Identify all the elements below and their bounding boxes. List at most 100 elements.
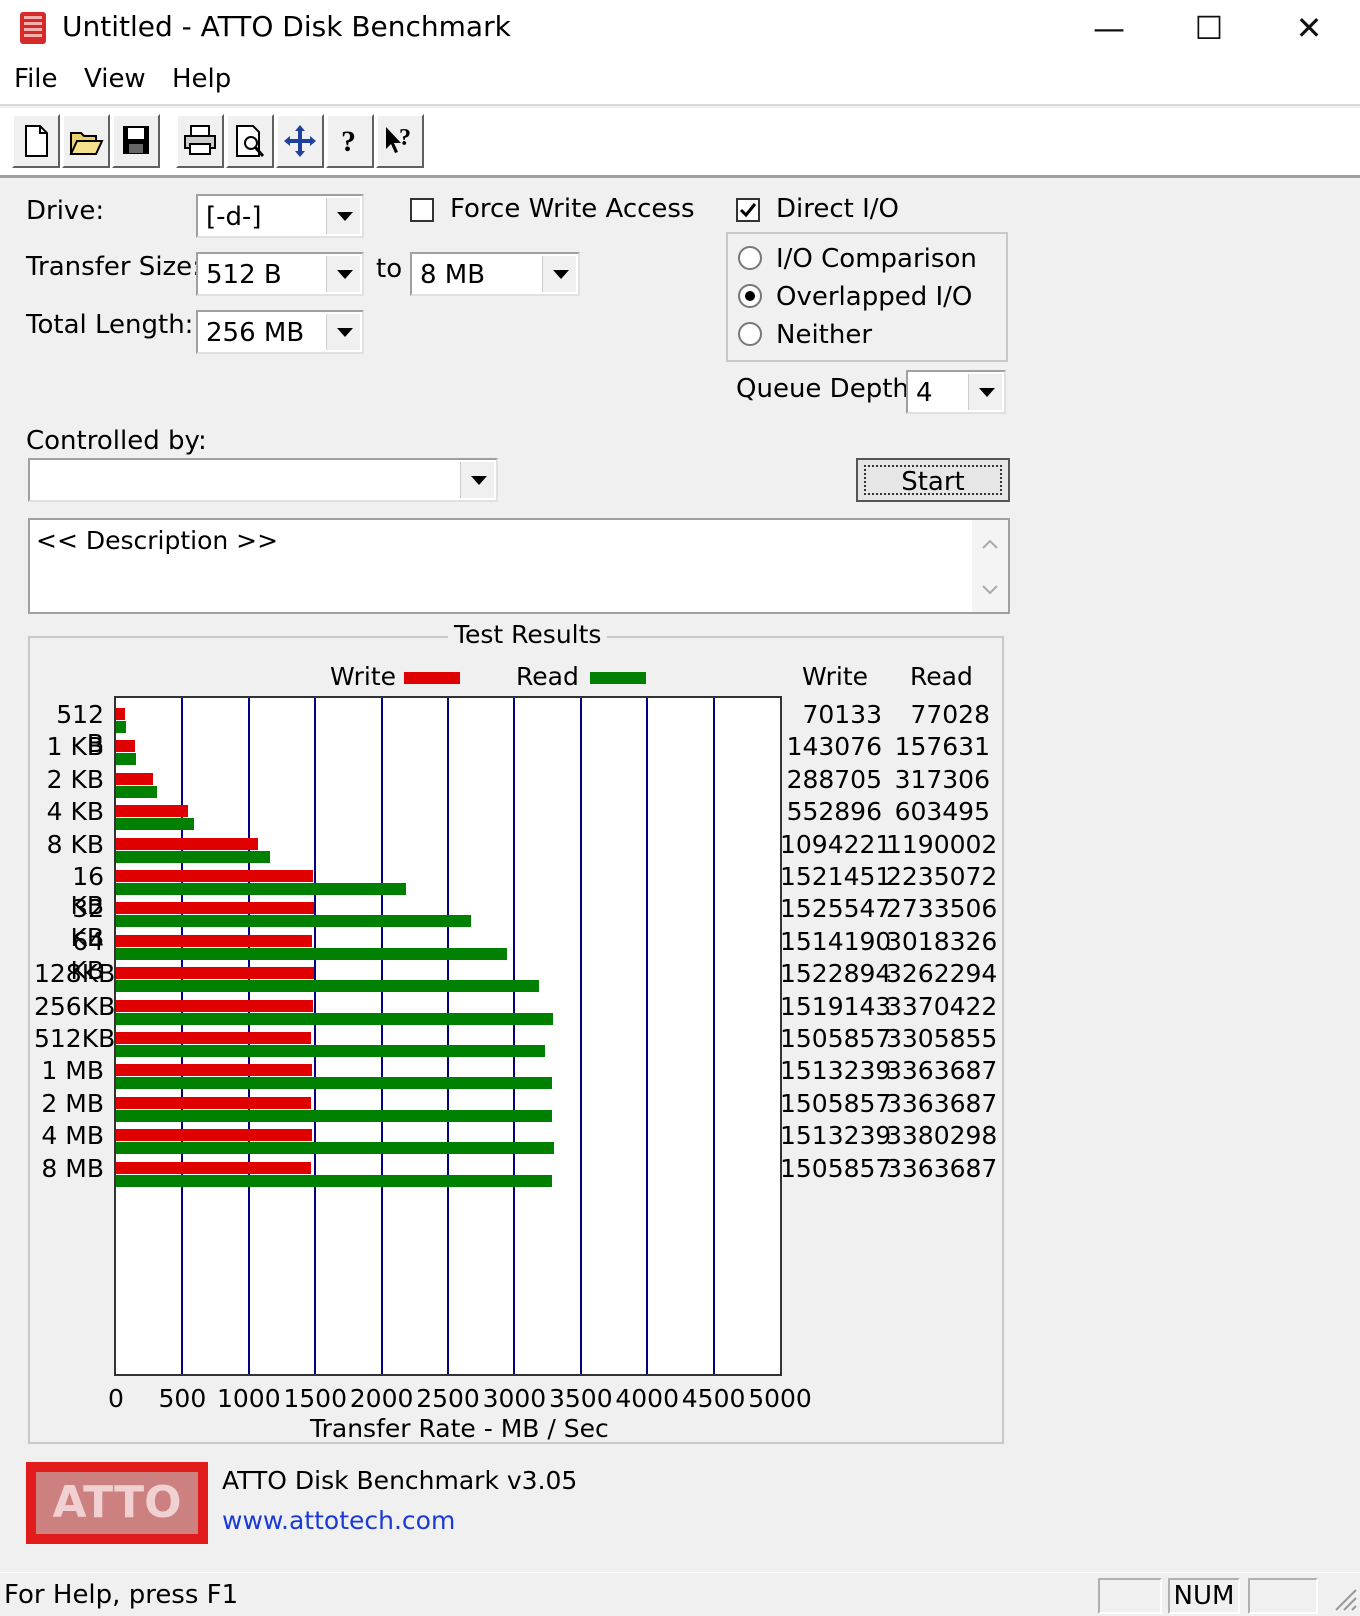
row-label: 2 KB (46, 764, 104, 794)
io-comparison-label: I/O Comparison (776, 244, 977, 274)
description-scrollbar[interactable] (972, 520, 1008, 612)
overlapped-io-label: Overlapped I/O (776, 282, 973, 312)
write-bar (116, 837, 258, 850)
test-results-title: Test Results (448, 620, 608, 649)
radio-io-comparison[interactable] (738, 246, 762, 270)
force-write-checkbox[interactable] (410, 198, 434, 222)
read-bar (116, 850, 271, 863)
row-label: 1 MB (41, 1056, 104, 1086)
queue-depth-label: Queue Depth: (736, 374, 918, 404)
write-bar (116, 1129, 313, 1142)
print-button[interactable] (176, 114, 224, 168)
drive-label: Drive: (26, 196, 105, 226)
description-textarea[interactable]: << Description >> (28, 518, 1010, 614)
write-value: 1505857 (780, 1088, 892, 1118)
chevron-down-icon[interactable] (326, 314, 360, 350)
drive-select[interactable]: [-d-] (196, 194, 364, 238)
queue-depth-select[interactable]: 4 (906, 370, 1006, 414)
svg-text:?: ? (341, 125, 356, 158)
write-bar (116, 708, 126, 720)
read-value: 3370422 (886, 991, 998, 1021)
minimize-button[interactable]: — (1064, 4, 1154, 52)
menu-file[interactable]: File (14, 64, 58, 94)
write-value: 1505857 (780, 1024, 892, 1053)
write-value: 1505857 (780, 1153, 892, 1183)
controlled-by-select[interactable] (28, 458, 498, 502)
read-value: 3262294 (886, 959, 998, 989)
scroll-down-icon (982, 585, 998, 595)
row-label: 1 KB (46, 732, 104, 762)
chevron-down-icon[interactable] (968, 374, 1002, 410)
direct-io-checkbox[interactable] (736, 198, 760, 222)
new-button[interactable] (12, 114, 60, 168)
resize-grip-icon[interactable] (1330, 1584, 1358, 1616)
write-value: 1513239 (780, 1121, 892, 1151)
write-bar (116, 934, 313, 947)
read-value: 3305855 (886, 1024, 998, 1053)
read-bar (116, 947, 508, 960)
move-icon (278, 123, 322, 159)
read-bar (116, 1012, 554, 1025)
status-help-text: For Help, press F1 (4, 1580, 239, 1610)
read-bar (116, 915, 471, 928)
move-button[interactable] (276, 114, 324, 168)
write-bar (116, 1032, 312, 1044)
description-text: << Description >> (36, 526, 279, 555)
write-value: 1514190 (780, 926, 892, 956)
write-bar (116, 805, 188, 818)
chevron-down-icon[interactable] (326, 198, 360, 234)
transfer-size-to-select[interactable]: 8 MB (410, 252, 580, 296)
transfer-to-value: 8 MB (420, 260, 486, 290)
read-bar (116, 721, 126, 733)
atto-logo-text: ATTO (36, 1472, 198, 1534)
menu-view[interactable]: View (84, 64, 146, 94)
radio-neither[interactable] (738, 322, 762, 346)
read-value: 317306 (894, 764, 990, 794)
read-bar (116, 1109, 553, 1122)
row-label: 2 MB (41, 1088, 104, 1118)
chevron-down-icon[interactable] (542, 256, 576, 292)
read-value: 77028 (910, 700, 990, 729)
read-bar (116, 753, 137, 766)
total-length-select[interactable]: 256 MB (196, 310, 364, 354)
neither-label: Neither (776, 320, 873, 350)
row-label: 8 MB (41, 1153, 104, 1183)
write-value: 288705 (786, 764, 882, 794)
read-value: 3363687 (886, 1088, 998, 1118)
read-value: 3363687 (886, 1153, 998, 1183)
help-icon: ? (328, 123, 372, 159)
chevron-down-icon[interactable] (326, 256, 360, 292)
maximize-button[interactable]: ☐ (1164, 4, 1254, 52)
context-help-button[interactable]: ? (376, 114, 424, 168)
svg-text:?: ? (399, 125, 411, 151)
write-value: 1521451 (780, 862, 892, 891)
context-help-icon: ? (378, 123, 422, 159)
start-button[interactable]: Start (856, 458, 1010, 502)
close-button[interactable]: ✕ (1264, 4, 1354, 52)
gridline (646, 698, 649, 1374)
status-pane-num: NUM (1168, 1578, 1240, 1614)
save-button[interactable] (112, 114, 160, 168)
website-link[interactable]: www.attotech.com (222, 1506, 455, 1535)
transfer-size-from-select[interactable]: 512 B (196, 252, 364, 296)
chart-plot-area (114, 696, 782, 1376)
open-button[interactable] (62, 114, 110, 168)
menu-help[interactable]: Help (172, 64, 231, 94)
row-label: 4 MB (41, 1121, 104, 1151)
write-value: 143076 (786, 732, 882, 762)
column-write-header: Write (802, 662, 869, 691)
write-value: 1522894 (780, 959, 892, 989)
write-value: 1513239 (780, 1056, 892, 1086)
save-icon (114, 123, 158, 157)
chevron-down-icon[interactable] (460, 462, 494, 498)
open-icon (64, 123, 108, 159)
print-preview-button[interactable] (226, 114, 274, 168)
help-button[interactable]: ? (326, 114, 374, 168)
direct-io-label: Direct I/O (776, 194, 900, 224)
x-axis-label: Transfer Rate - MB / Sec (310, 1414, 609, 1443)
legend-write-label: Write (330, 662, 397, 691)
read-value: 2733506 (886, 894, 998, 924)
write-bar (116, 967, 314, 980)
read-bar (116, 1077, 553, 1090)
radio-overlapped-io[interactable] (738, 284, 762, 308)
